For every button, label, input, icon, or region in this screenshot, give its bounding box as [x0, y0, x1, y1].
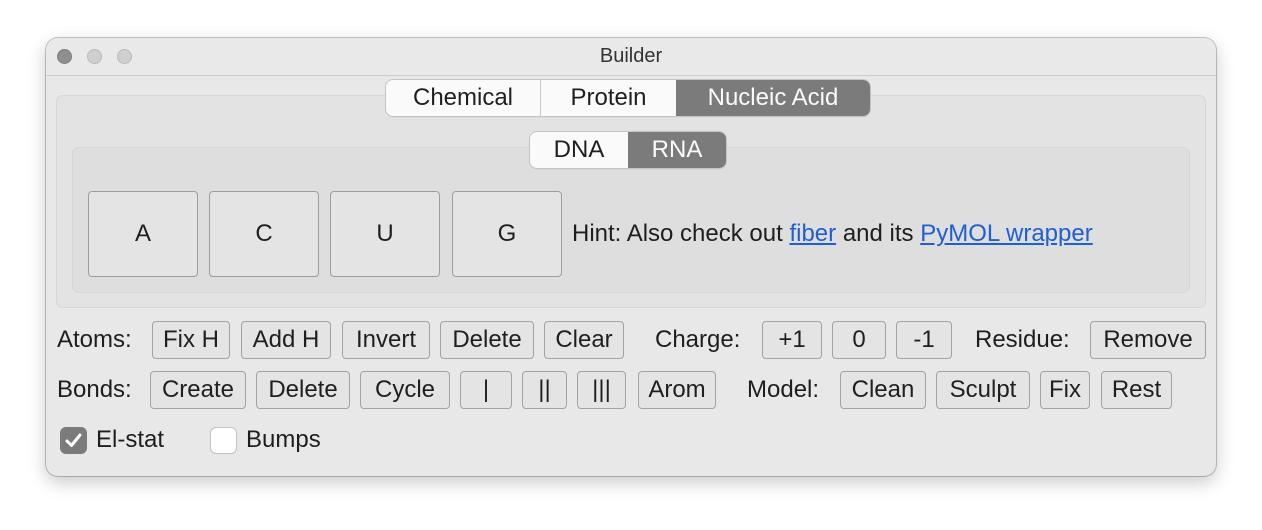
fix-h-button[interactable]: Fix H: [152, 321, 230, 359]
tab-chemical[interactable]: Chemical: [386, 80, 540, 116]
nucleotide-u-button[interactable]: U: [330, 191, 440, 277]
model-label: Model:: [747, 376, 820, 403]
pymol-wrapper-link[interactable]: PyMOL wrapper: [920, 220, 1093, 247]
hint-prefix: Hint: Also check out: [572, 220, 783, 247]
charge-minus-one-button[interactable]: -1: [896, 321, 952, 359]
cycle-bond-button[interactable]: Cycle: [360, 371, 450, 409]
nucleotide-a-button[interactable]: A: [88, 191, 198, 277]
hint-middle: and its: [842, 220, 914, 247]
title-bar[interactable]: Builder: [46, 38, 1216, 76]
fix-button[interactable]: Fix: [1040, 371, 1090, 409]
hint-text: Hint: Also check out fiber and its PyMOL…: [572, 218, 1093, 250]
tab-dna[interactable]: DNA: [530, 132, 628, 168]
remove-residue-button[interactable]: Remove: [1090, 321, 1206, 359]
bumps-checkbox[interactable]: [210, 427, 237, 454]
clean-button[interactable]: Clean: [840, 371, 926, 409]
charge-plus-one-button[interactable]: +1: [762, 321, 822, 359]
window-title: Builder: [599, 45, 663, 67]
atoms-row: Atoms: Fix H Add H Invert Delete Clear C…: [57, 320, 1207, 360]
charge-label: Charge:: [655, 326, 741, 353]
add-h-button[interactable]: Add H: [241, 321, 331, 359]
nucleotide-c-button[interactable]: C: [209, 191, 319, 277]
aromatic-bond-button[interactable]: Arom: [638, 371, 716, 409]
builder-window: Builder Chemical Protein Nucleic Acid DN…: [46, 38, 1216, 476]
create-bond-button[interactable]: Create: [150, 371, 246, 409]
double-bond-button[interactable]: ||: [522, 371, 567, 409]
el-stat-label: El-stat: [96, 426, 165, 453]
options-row: El-stat Bumps: [60, 424, 390, 456]
nucleic-type-tabs: DNA RNA: [530, 132, 726, 168]
delete-atom-button[interactable]: Delete: [440, 321, 534, 359]
tab-nucleic-acid[interactable]: Nucleic Acid: [676, 80, 870, 116]
atoms-label: Atoms:: [57, 326, 132, 353]
tab-rna[interactable]: RNA: [628, 132, 726, 168]
residue-label: Residue:: [975, 326, 1070, 353]
el-stat-checkbox[interactable]: [60, 427, 87, 454]
clear-button[interactable]: Clear: [544, 321, 624, 359]
rest-button[interactable]: Rest: [1101, 371, 1172, 409]
nucleotide-g-button[interactable]: G: [452, 191, 562, 277]
bonds-label: Bonds:: [57, 376, 132, 403]
checkmark-icon: [65, 433, 82, 447]
charge-zero-button[interactable]: 0: [832, 321, 886, 359]
invert-button[interactable]: Invert: [342, 321, 430, 359]
sculpt-button[interactable]: Sculpt: [936, 371, 1030, 409]
bumps-label: Bumps: [246, 426, 321, 453]
bonds-row: Bonds: Create Delete Cycle | || ||| Arom…: [57, 370, 1207, 410]
fiber-link[interactable]: fiber: [789, 220, 836, 247]
single-bond-button[interactable]: |: [460, 371, 512, 409]
mode-tabs: Chemical Protein Nucleic Acid: [386, 80, 870, 116]
triple-bond-button[interactable]: |||: [577, 371, 626, 409]
delete-bond-button[interactable]: Delete: [256, 371, 350, 409]
tab-protein[interactable]: Protein: [540, 80, 676, 116]
